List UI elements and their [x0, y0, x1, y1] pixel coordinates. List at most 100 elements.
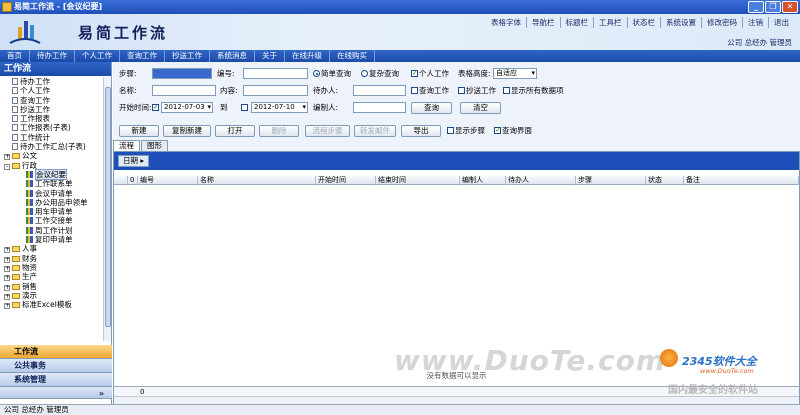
column-header[interactable]: 结束时间: [376, 176, 460, 185]
export-button[interactable]: 导出: [401, 125, 441, 137]
open-button[interactable]: 打开: [215, 125, 255, 137]
double-chevron-down-icon[interactable]: »: [0, 387, 112, 399]
tree-item[interactable]: + 生产: [0, 272, 104, 282]
expand-icon[interactable]: +: [4, 303, 10, 310]
tree-item[interactable]: 查询工作: [0, 96, 104, 105]
top-link[interactable]: 退出: [768, 17, 794, 28]
nav-workflow-button[interactable]: 工作流: [0, 345, 112, 359]
simple-query-radio[interactable]: 简单查询: [313, 68, 351, 79]
tab-flow[interactable]: 流程: [113, 140, 140, 151]
collapse-icon[interactable]: -: [4, 163, 10, 170]
expand-icon[interactable]: +: [4, 284, 10, 291]
nav-public-affairs-button[interactable]: 公共事务: [0, 359, 112, 373]
copy-new-button[interactable]: 复制新建: [163, 125, 211, 137]
group-chip-date[interactable]: 日期 ▸: [118, 155, 150, 167]
top-link[interactable]: 系统设置: [660, 17, 701, 28]
query-work-checkbox[interactable]: 查询工作: [411, 85, 449, 96]
end-time-checkbox[interactable]: [241, 102, 249, 113]
tree-item[interactable]: 抄送工作: [0, 105, 104, 114]
column-header[interactable]: 开始时间: [316, 176, 376, 185]
menu-item[interactable]: 首页: [0, 50, 30, 62]
tree-scrollbar[interactable]: [103, 77, 111, 341]
tree-item[interactable]: + 物资: [0, 263, 104, 272]
tree-item[interactable]: 会议申请单: [0, 189, 104, 198]
column-header[interactable]: 步骤: [576, 176, 646, 185]
tree-item[interactable]: + 销售: [0, 282, 104, 291]
show-all-checkbox[interactable]: 显示所有数据项: [503, 85, 564, 96]
tree-item[interactable]: 待办工作汇总(子表): [0, 142, 104, 151]
tree-item[interactable]: + 标准Excel模板: [0, 300, 104, 310]
start-date-input[interactable]: 2012-07-03 ▾: [161, 102, 213, 113]
step-select[interactable]: [152, 68, 212, 79]
expand-icon[interactable]: +: [4, 265, 10, 272]
table-height-select[interactable]: 自适应 ▾: [493, 68, 537, 79]
close-icon[interactable]: ✕: [782, 1, 798, 13]
tree-item[interactable]: 个人工作: [0, 86, 104, 95]
new-button[interactable]: 新建: [119, 125, 159, 137]
query-button[interactable]: 查询: [411, 102, 452, 114]
clear-button[interactable]: 清空: [460, 102, 501, 114]
send-mail-button[interactable]: 转发邮件: [354, 125, 396, 137]
query-ui-checkbox[interactable]: 查询界面: [494, 125, 532, 136]
tree-item[interactable]: 会议纪要: [0, 168, 104, 180]
column-header[interactable]: [114, 176, 128, 185]
tab-graph[interactable]: 图形: [141, 140, 168, 151]
tree-item[interactable]: 待办工作: [0, 77, 104, 86]
column-header[interactable]: 待办人: [506, 176, 576, 185]
tree-item[interactable]: + 公文: [0, 151, 104, 161]
menu-item[interactable]: 抄送工作: [165, 50, 210, 62]
tree-item[interactable]: 工作联系单: [0, 179, 104, 188]
expand-icon[interactable]: +: [4, 293, 10, 300]
menu-item[interactable]: 查询工作: [120, 50, 165, 62]
handler-input[interactable]: [353, 85, 406, 96]
column-header[interactable]: 0: [128, 176, 138, 185]
column-header[interactable]: 编制人: [460, 176, 506, 185]
flow-steps-button[interactable]: 流程步骤: [305, 125, 350, 137]
tree-item[interactable]: 复印申请单: [0, 235, 104, 244]
menu-item[interactable]: 在线购买: [330, 50, 375, 62]
show-steps-checkbox[interactable]: 显示步骤: [447, 125, 485, 136]
top-link[interactable]: 状态栏: [626, 17, 661, 28]
creator-input[interactable]: [353, 102, 406, 113]
column-header[interactable]: 编号: [138, 176, 198, 185]
scroll-thumb[interactable]: [105, 87, 111, 327]
minimize-icon[interactable]: _: [748, 1, 764, 13]
column-header[interactable]: 备注: [684, 176, 799, 185]
top-link[interactable]: 修改密码: [701, 17, 742, 28]
complex-query-radio[interactable]: 复杂查询: [361, 68, 399, 79]
end-date-input[interactable]: 2012-07-10 ▾: [251, 102, 308, 113]
expand-icon[interactable]: +: [4, 154, 10, 161]
tree-item[interactable]: + 财务: [0, 254, 104, 263]
column-header[interactable]: 状态: [646, 176, 684, 185]
personal-work-checkbox[interactable]: 个人工作: [411, 68, 449, 79]
column-header[interactable]: 名称: [198, 176, 316, 185]
menu-item[interactable]: 系统消息: [210, 50, 255, 62]
start-time-checkbox[interactable]: [152, 102, 160, 113]
tree-item[interactable]: + 演示: [0, 291, 104, 300]
top-link[interactable]: 表格字体: [486, 17, 526, 28]
name-input[interactable]: [152, 85, 216, 96]
tree-item[interactable]: 工作报表(子表): [0, 123, 104, 132]
menu-item[interactable]: 在线升级: [285, 50, 330, 62]
content-input[interactable]: [243, 85, 308, 96]
menu-item[interactable]: 关于: [255, 50, 285, 62]
top-link[interactable]: 注销: [742, 17, 768, 28]
tree-item[interactable]: + 人事: [0, 244, 104, 254]
top-link[interactable]: 工具栏: [593, 17, 627, 28]
delete-button[interactable]: 删除: [259, 125, 299, 137]
expand-icon[interactable]: +: [4, 247, 10, 254]
restore-icon[interactable]: ❐: [765, 1, 781, 13]
top-link[interactable]: 标题栏: [559, 17, 594, 28]
menu-item[interactable]: 个人工作: [75, 50, 120, 62]
number-input[interactable]: [243, 68, 308, 79]
tree-item[interactable]: 工作统计: [0, 133, 104, 142]
tree-item[interactable]: 周工作计划: [0, 226, 104, 235]
expand-icon[interactable]: +: [4, 275, 10, 282]
expand-icon[interactable]: +: [4, 256, 10, 263]
top-link[interactable]: 导航栏: [526, 17, 560, 28]
nav-system-admin-button[interactable]: 系统管理: [0, 373, 112, 387]
menu-item[interactable]: 待办工作: [30, 50, 75, 62]
tree-item[interactable]: 办公用品申领单: [0, 198, 104, 207]
copy-work-checkbox[interactable]: 抄送工作: [458, 85, 496, 96]
tree-item[interactable]: 工作交接单: [0, 216, 104, 225]
